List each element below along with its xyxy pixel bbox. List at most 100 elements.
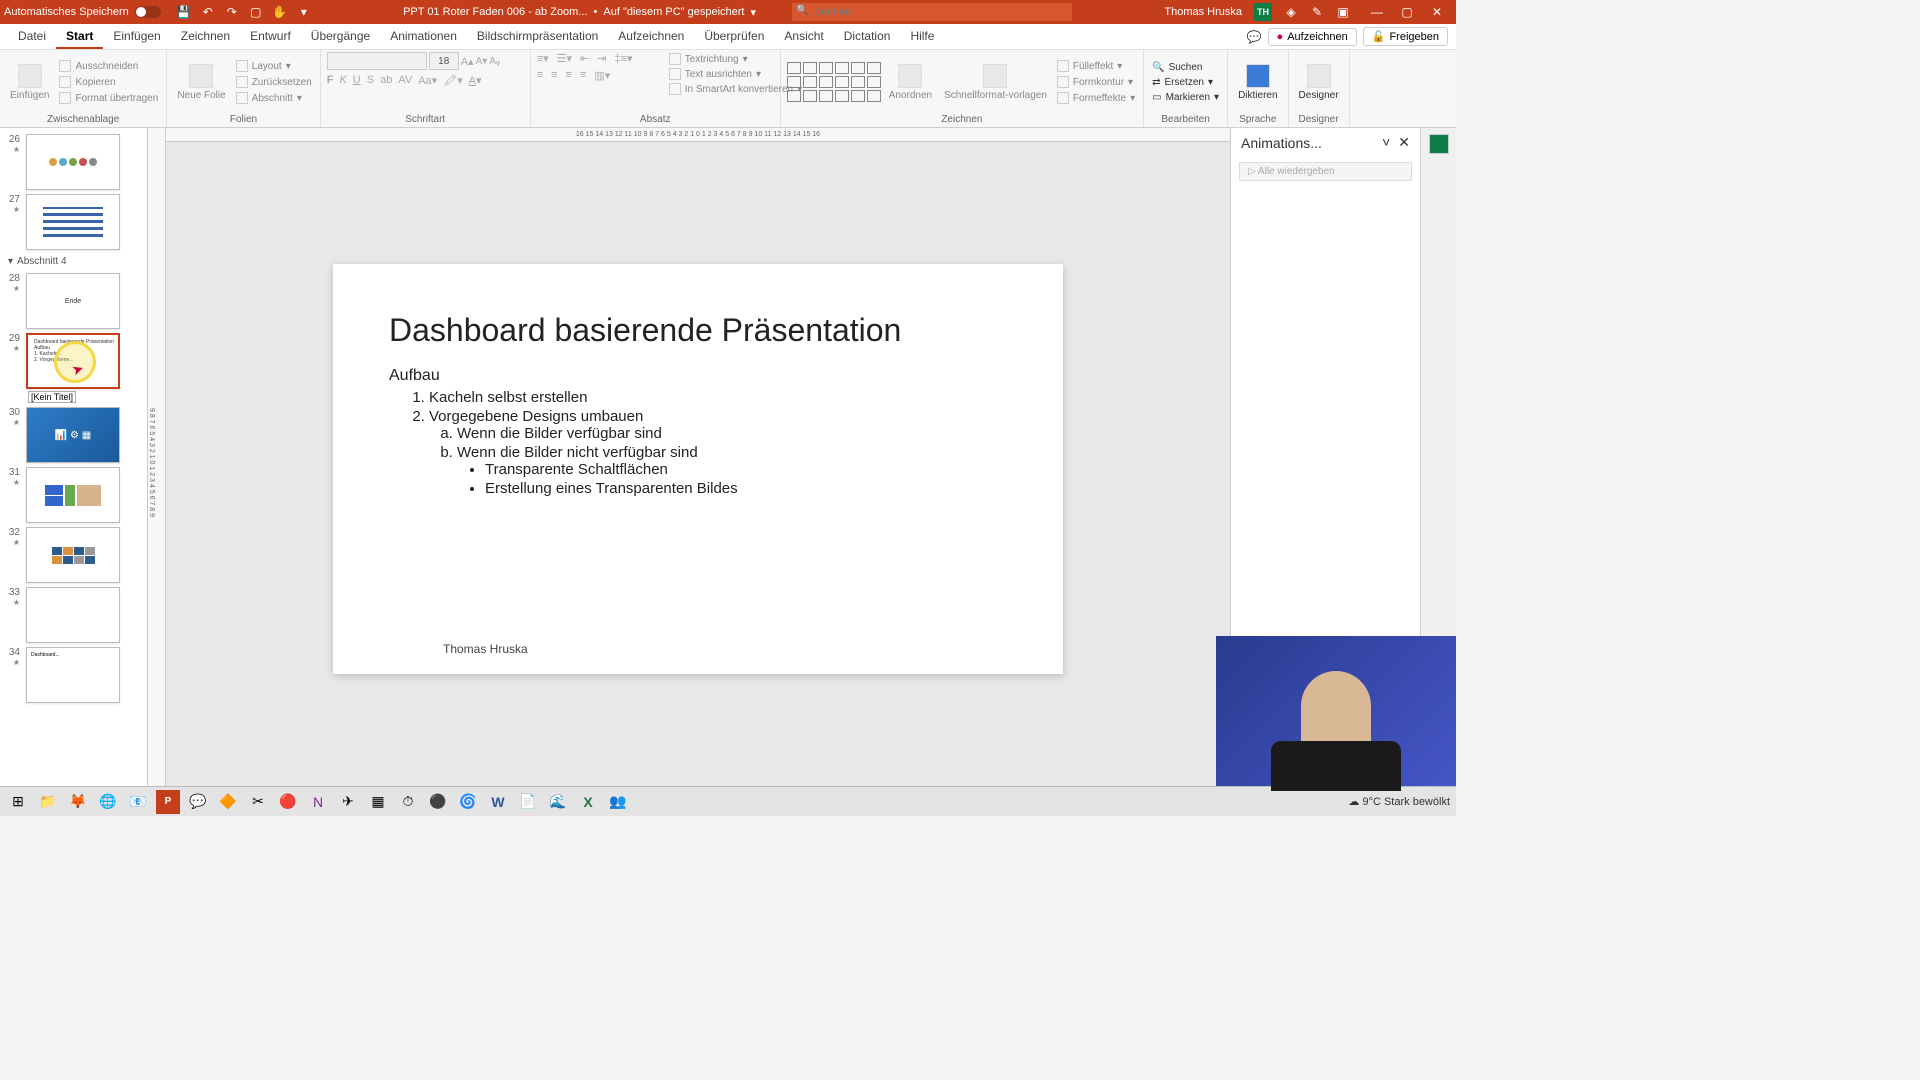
toggle-switch[interactable] [135,6,161,18]
app5-icon[interactable]: 🌀 [456,790,480,814]
save-location[interactable]: Auf "diesem PC" gespeichert [603,6,744,18]
chevron-down-icon[interactable]: ˅ [1382,134,1390,151]
close-button[interactable]: ✕ [1422,5,1452,19]
group-paragraph: ≡▾ ☰▾ ⇤ ⇥ ‡≡▾ ≡ ≡ ≡ ≡ ▥▾ Textrichtung▾ T… [531,50,781,127]
fill-button[interactable]: Fülleffekt▾ [1055,59,1137,73]
app4-icon[interactable]: ⏱ [396,790,420,814]
cut-button[interactable]: Ausschneiden [57,59,160,73]
firefox-icon[interactable]: 🦊 [66,790,90,814]
reset-button[interactable]: Zurücksetzen [234,75,314,89]
slide-thumb-33[interactable] [26,587,120,643]
slide-title[interactable]: Dashboard basierende Präsentation [389,312,1007,349]
designer-button[interactable]: Designer [1295,62,1343,103]
start-icon[interactable]: ⊞ [6,790,30,814]
app6-icon[interactable]: 📄 [516,790,540,814]
slide-thumb-26[interactable] [26,134,120,190]
slide-thumbnail-panel[interactable]: 26★ 27★ ▾ Abschnitt 4 28★Ende 29★ Dashbo… [0,128,148,796]
snip-icon[interactable]: ✂ [246,790,270,814]
text-direction-button: Textrichtung▾ [667,52,804,66]
user-name[interactable]: Thomas Hruska [1164,6,1242,18]
user-avatar[interactable]: TH [1254,3,1272,21]
excel-icon[interactable]: X [576,790,600,814]
slide-subtitle[interactable]: Aufbau [389,367,1007,385]
onenote-icon[interactable]: N [306,790,330,814]
section-button[interactable]: Abschnitt▾ [234,91,314,105]
tab-ueberpruefen[interactable]: Überprüfen [694,25,774,49]
vlc-icon[interactable]: 🔶 [216,790,240,814]
chrome-icon[interactable]: 🌐 [96,790,120,814]
layout-button[interactable]: Layout▾ [234,59,314,73]
tab-aufzeichnen[interactable]: Aufzeichnen [608,25,694,49]
powerpoint-icon[interactable]: P [156,790,180,814]
slide-thumb-32[interactable] [26,527,120,583]
section-header[interactable]: ▾ Abschnitt 4 [0,252,147,271]
tab-dictation[interactable]: Dictation [834,25,901,49]
slide-footer[interactable]: Thomas Hruska [443,642,528,656]
app2-icon[interactable]: 🔴 [276,790,300,814]
chevron-down-icon[interactable]: ▾ [750,6,756,19]
redo-icon[interactable]: ↷ [225,5,239,19]
find-button[interactable]: 🔍Suchen [1150,61,1221,74]
comments-icon[interactable]: 💬 [1247,30,1262,44]
slide-thumb-28[interactable]: Ende [26,273,120,329]
tab-animationen[interactable]: Animationen [380,25,467,49]
outlook-icon[interactable]: 📧 [126,790,150,814]
slide-canvas[interactable]: Dashboard basierende Präsentation Aufbau… [333,264,1063,674]
play-all-button[interactable]: ▷ Alle wiedergeben [1239,162,1412,181]
tooltip: [Kein Titel] [28,391,76,403]
minimize-button[interactable]: — [1362,5,1392,19]
select-button[interactable]: ▭Markieren▾ [1150,91,1221,104]
explorer-icon[interactable]: 📁 [36,790,60,814]
save-icon[interactable]: 💾 [177,5,191,19]
slideshow-icon[interactable]: ▢ [249,5,263,19]
slide-thumb-34[interactable]: Dashboard... [26,647,120,703]
document-title[interactable]: PPT 01 Roter Faden 006 - ab Zoom... [403,6,587,18]
quick-styles-button[interactable]: Schnellformat-vorlagen [940,62,1051,103]
outline-button[interactable]: Formkontur▾ [1055,75,1137,89]
tab-entwurf[interactable]: Entwurf [240,25,301,49]
close-pane-icon[interactable]: ✕ [1398,134,1410,151]
format-painter-button[interactable]: Format übertragen [57,91,160,105]
window-icon[interactable]: ▣ [1336,5,1350,19]
share-button[interactable]: 🔓Freigeben [1363,27,1448,46]
animation-pane-icon[interactable] [1429,134,1449,154]
telegram-icon[interactable]: ✈ [336,790,360,814]
arrange-button[interactable]: Anordnen [885,62,936,103]
undo-icon[interactable]: ↶ [201,5,215,19]
search-input[interactable] [792,3,1072,21]
diamond-icon[interactable]: ◈ [1284,5,1298,19]
autosave-toggle[interactable]: Automatisches Speichern [4,6,161,18]
weather-widget[interactable]: ☁ 9°C Stark bewölkt [1348,795,1450,808]
slide-thumb-31[interactable] [26,467,120,523]
obs-icon[interactable]: ⚫ [426,790,450,814]
replace-button[interactable]: ⇄Ersetzen▾ [1150,76,1221,89]
slide-list[interactable]: Kacheln selbst erstellen Vorgegebene Des… [429,389,1007,497]
effects-button[interactable]: Formeffekte▾ [1055,91,1137,105]
more-icon[interactable]: ▾ [297,5,311,19]
edge-icon[interactable]: 🌊 [546,790,570,814]
app-icon[interactable]: 💬 [186,790,210,814]
tab-einfuegen[interactable]: Einfügen [103,25,170,49]
clear-format-icon: Aᵩ [489,56,500,67]
tab-uebergaenge[interactable]: Übergänge [301,25,380,49]
tab-hilfe[interactable]: Hilfe [900,25,944,49]
copy-button[interactable]: Kopieren [57,75,160,89]
tab-zeichnen[interactable]: Zeichnen [171,25,240,49]
tab-start[interactable]: Start [56,25,103,49]
pane-title: Animations... [1241,135,1322,151]
slide-thumb-27[interactable] [26,194,120,250]
word-icon[interactable]: W [486,790,510,814]
paste-button[interactable]: Einfügen [6,62,53,103]
dictate-button[interactable]: Diktieren [1234,62,1281,103]
record-button[interactable]: ●Aufzeichnen [1268,28,1357,46]
touch-icon[interactable]: ✋ [273,5,287,19]
tab-bildschirm[interactable]: Bildschirmpräsentation [467,25,608,49]
maximize-button[interactable]: ▢ [1392,5,1422,19]
pen-icon[interactable]: ✎ [1310,5,1324,19]
new-slide-button[interactable]: Neue Folie [173,62,229,103]
teams-icon[interactable]: 👥 [606,790,630,814]
app3-icon[interactable]: ▦ [366,790,390,814]
tab-datei[interactable]: Datei [8,25,56,49]
tab-ansicht[interactable]: Ansicht [774,25,833,49]
slide-thumb-30[interactable]: 📊 ⚙ ▦ [26,407,120,463]
